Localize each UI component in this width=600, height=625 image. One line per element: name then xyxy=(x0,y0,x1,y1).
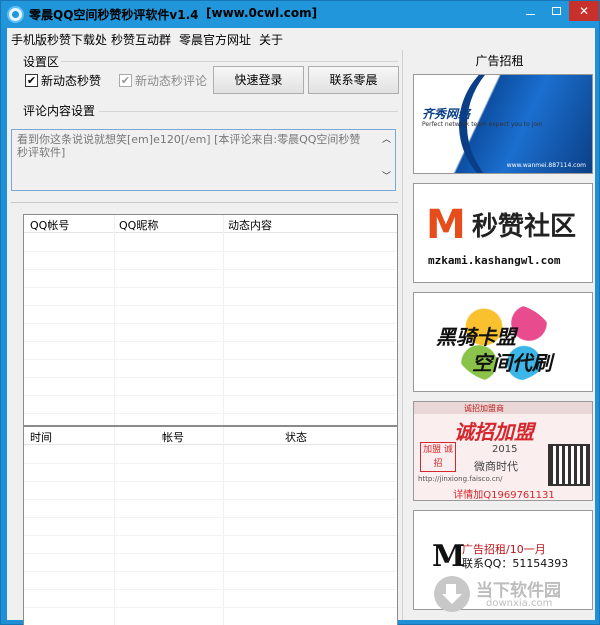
grid-line xyxy=(24,377,397,378)
title-bar[interactable]: 零晨QQ空间秒赞秒评软件v1.4 [www.0cwl.com] ✕ xyxy=(1,1,599,28)
ad1-tagline: Perfect network team expect you to join xyxy=(422,121,543,128)
accounts-col-divider xyxy=(223,215,224,425)
settings-section-title: 设置区 xyxy=(23,55,60,69)
comment-section-title: 评论内容设置 xyxy=(23,104,96,118)
ad2-name: 秒赞社区 xyxy=(472,212,577,242)
ad-banner-franchise[interactable]: 诚招加盟商 诚招加盟 加盟 诚招 2015 微商时代 http://jinxio… xyxy=(413,401,593,501)
ad4-seal: 加盟 诚招 xyxy=(420,442,456,472)
ad1-logo: 齐秀网络 xyxy=(422,107,471,121)
grid-line xyxy=(24,413,397,414)
ad4-topband: 诚招加盟商 xyxy=(414,402,592,414)
col-account[interactable]: 帐号 xyxy=(162,429,184,445)
ad4-contact: 详情加Q1969761131 xyxy=(453,490,555,501)
grid-line xyxy=(24,607,397,608)
comment-divider xyxy=(99,111,398,112)
grid-line xyxy=(24,305,397,306)
close-button[interactable]: ✕ xyxy=(569,1,599,21)
new-comment-checkbox-row[interactable]: ✔ 新动态秒评论 xyxy=(119,72,207,89)
log-list-header: 时间 帐号 状态 xyxy=(24,427,397,445)
comment-content-textarea[interactable]: 看到你这条说说就想笑[em]e120[/em] [本评论来自:零晨QQ空间秒赞秒… xyxy=(11,129,396,191)
maximize-icon xyxy=(551,7,561,15)
left-pane: 设置区 ✔ 新动态秒赞 ✔ 新动态秒评论 快速登录 联系零晨 评论内容设置 看到… xyxy=(11,50,399,625)
ad4-subtitle: 微商时代 xyxy=(474,460,518,473)
col-qq-nickname[interactable]: QQ昵称 xyxy=(119,217,158,233)
menu-official-site[interactable]: 零晨官方网址 xyxy=(179,31,251,48)
grid-line xyxy=(24,359,397,360)
scroll-down-icon[interactable]: ﹀ xyxy=(382,171,391,184)
ad4-headline: 诚招加盟 xyxy=(454,420,534,444)
ad5-logo: M xyxy=(432,539,466,574)
grid-line xyxy=(24,251,397,252)
ad5-line2: 联系QQ：51154393 xyxy=(462,557,569,570)
log-list[interactable]: 时间 帐号 状态 xyxy=(23,426,398,625)
ad4-site: http://jinxiong.faisco.cn/ xyxy=(418,475,503,483)
ad1-url: www.wanmei.887114.com xyxy=(506,162,586,169)
new-like-label: 新动态秒赞 xyxy=(41,74,102,88)
ads-title: 广告招租 xyxy=(475,54,524,68)
grid-line xyxy=(24,323,397,324)
ad3-line1: 黑骑卡盟 xyxy=(436,325,516,349)
new-comment-checkbox[interactable]: ✔ xyxy=(119,74,132,87)
grid-line xyxy=(24,463,397,464)
minimize-icon xyxy=(525,14,535,15)
watermark: 当下软件园 downxia.com xyxy=(434,574,584,614)
accounts-col-divider xyxy=(114,215,115,425)
ads-pane: 广告招租 齐秀网络 Perfect network team expect yo… xyxy=(402,50,595,620)
minimize-button[interactable] xyxy=(517,1,543,21)
grid-line xyxy=(24,287,397,288)
grid-line xyxy=(24,499,397,500)
col-dynamic-content[interactable]: 动态内容 xyxy=(228,217,272,233)
grid-line xyxy=(24,553,397,554)
quick-login-button[interactable]: 快速登录 xyxy=(213,66,304,94)
scroll-up-icon[interactable]: ︿ xyxy=(382,134,391,147)
ad-banner-heiqi[interactable]: 黑骑卡盟 空间代刷 xyxy=(413,292,593,392)
menu-bar: 手机版秒赞下载处 秒赞互动群 零晨官方网址 关于 xyxy=(7,28,595,48)
comment-content-text: 看到你这条说说就想笑[em]e120[/em] [本评论来自:零晨QQ空间秒赞秒… xyxy=(17,133,361,159)
settings-divider xyxy=(61,61,398,62)
comment-scroll[interactable]: ︿ ﹀ xyxy=(382,134,392,184)
grid-line xyxy=(24,589,397,590)
client-area: 手机版秒赞下载处 秒赞互动群 零晨官方网址 关于 设置区 ✔ 新动态秒赞 ✔ 新… xyxy=(7,28,595,625)
new-comment-label: 新动态秒评论 xyxy=(135,74,208,88)
maximize-button[interactable] xyxy=(543,1,569,21)
menu-interaction-group[interactable]: 秒赞互动群 xyxy=(111,31,171,48)
ad4-year: 2015 xyxy=(492,444,518,455)
watermark-url: downxia.com xyxy=(486,598,553,609)
col-time[interactable]: 时间 xyxy=(30,429,52,445)
app-window: 零晨QQ空间秒赞秒评软件v1.4 [www.0cwl.com] ✕ 手机版秒赞下… xyxy=(0,0,600,625)
menu-about[interactable]: 关于 xyxy=(259,31,283,48)
ad3-line2: 空间代刷 xyxy=(472,351,552,375)
accounts-list-header: QQ帐号 QQ昵称 动态内容 xyxy=(24,215,397,233)
ad2-url: mzkami.kashangwl.com xyxy=(428,254,561,267)
ad-banner-qixiu[interactable]: 齐秀网络 Perfect network team expect you to … xyxy=(413,74,593,174)
grid-line xyxy=(24,571,397,572)
new-like-checkbox[interactable]: ✔ xyxy=(25,74,38,87)
window-title-url: [www.0cwl.com] xyxy=(206,6,318,20)
ad-banner-miaozan[interactable]: M 秒赞社区 mzkami.kashangwl.com xyxy=(413,183,593,283)
ad4-banner: 诚招加盟商 xyxy=(464,404,504,413)
log-col-divider xyxy=(223,427,224,625)
window-title: 零晨QQ空间秒赞秒评软件v1.4 xyxy=(29,8,199,22)
col-status[interactable]: 状态 xyxy=(285,429,307,445)
grid-line xyxy=(24,341,397,342)
contact-button[interactable]: 联系零晨 xyxy=(308,66,399,94)
grid-line xyxy=(24,517,397,518)
ad2-logo: M xyxy=(426,202,466,248)
download-arrow-icon xyxy=(434,576,470,612)
new-like-checkbox-row[interactable]: ✔ 新动态秒赞 xyxy=(25,72,101,89)
qr-code-icon xyxy=(548,444,590,486)
grid-line xyxy=(24,535,397,536)
grid-line xyxy=(24,481,397,482)
app-logo-icon xyxy=(7,6,24,23)
grid-line xyxy=(24,269,397,270)
grid-line xyxy=(24,395,397,396)
close-icon: ✕ xyxy=(578,4,590,18)
col-qq-account[interactable]: QQ帐号 xyxy=(30,217,69,233)
accounts-list[interactable]: QQ帐号 QQ昵称 动态内容 xyxy=(23,214,398,426)
menu-mobile-download[interactable]: 手机版秒赞下载处 xyxy=(11,31,107,48)
list-divider xyxy=(11,202,398,203)
log-col-divider xyxy=(114,427,115,625)
